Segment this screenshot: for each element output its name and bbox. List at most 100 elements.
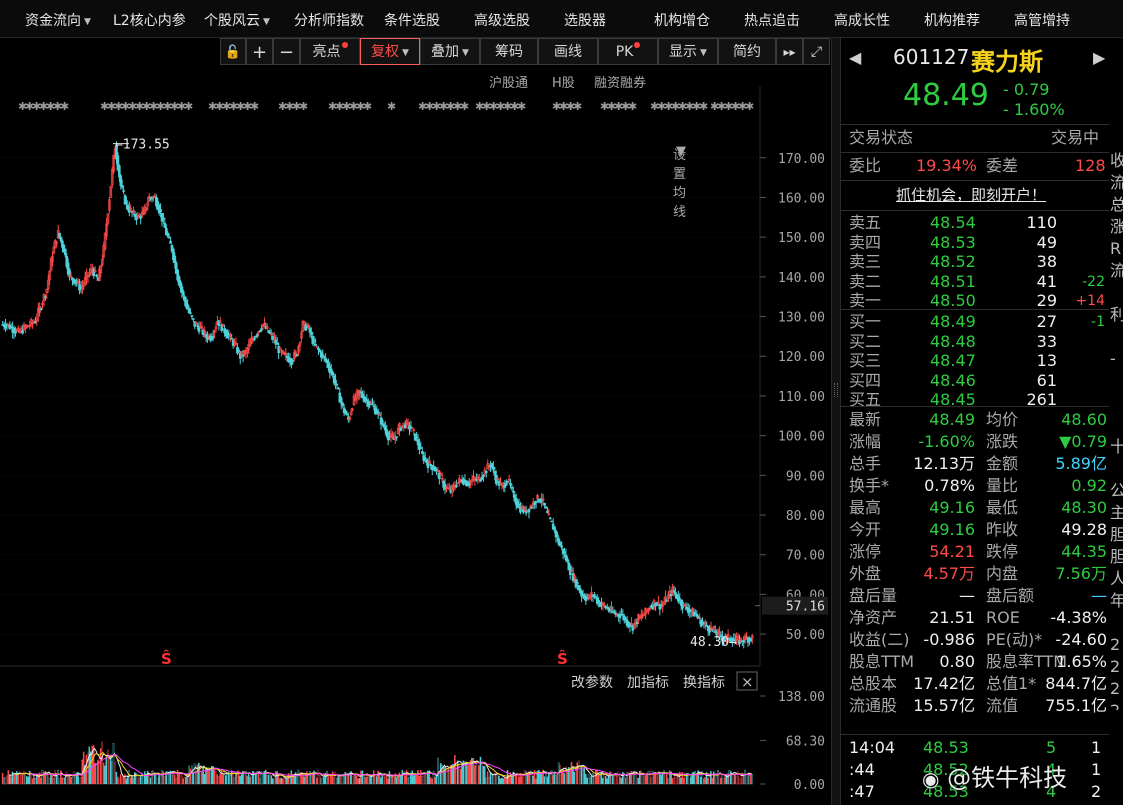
nav-item-4[interactable]: 条件选股 <box>384 0 440 38</box>
nav-item-label: 机构增仓 <box>654 13 710 29</box>
panel-button-change_params[interactable]: 改参数 <box>571 674 613 691</box>
volume-bar <box>277 774 280 785</box>
candle-body <box>534 500 538 504</box>
watermark-text: @铁牛科技 <box>947 764 1068 792</box>
volume-bar <box>398 772 401 785</box>
y-tick-label: 140.00 <box>778 271 825 286</box>
volume-bar <box>353 775 355 785</box>
volume-bar <box>115 771 118 785</box>
tick-row: 14:04 48.53 5 1 <box>841 737 1109 759</box>
xianshi-dropdown[interactable]: 显示 ▼ <box>658 38 718 65</box>
nav-item-1[interactable]: L2核心内参 <box>113 0 186 38</box>
volume-bar <box>156 777 159 785</box>
volume-bar <box>382 774 385 785</box>
volume-bar <box>710 771 712 785</box>
volume-bar <box>259 778 261 785</box>
volume-bar <box>318 775 321 785</box>
volume-bar <box>70 777 72 785</box>
candle-body <box>635 621 639 624</box>
panel-button-add_indicator[interactable]: 加指标 <box>627 675 669 691</box>
volume-bar <box>286 777 288 785</box>
bid-row[interactable]: 买五 48.45 261 <box>841 389 1109 411</box>
nav-item-5[interactable]: 高级选股 <box>474 0 530 38</box>
nav-item-0[interactable]: 资金流向 ▼ <box>25 0 91 38</box>
volume-bar <box>543 776 546 785</box>
nav-item-2[interactable]: 个股风云 ▼ <box>204 0 270 38</box>
prev-stock-arrow[interactable]: ◀ <box>849 48 861 67</box>
volume-bar <box>239 776 241 785</box>
nav-item-8[interactable]: 热点追击 <box>744 0 800 38</box>
nav-item-6[interactable]: 选股器 <box>564 0 606 38</box>
volume-bar <box>683 777 685 785</box>
nav-item-3[interactable]: 分析师指数 <box>294 0 364 38</box>
volume-bar <box>128 770 130 785</box>
stat-label: 换手* <box>849 476 890 495</box>
volume-bar <box>636 777 638 785</box>
volume-bar <box>570 762 573 785</box>
volume-bar <box>215 771 217 785</box>
nav-item-10[interactable]: 机构推荐 <box>924 0 980 38</box>
volume-bar <box>496 772 499 785</box>
volume-bar <box>555 775 557 785</box>
jianyue-button[interactable]: 简约 <box>718 38 776 65</box>
stat-label: 最高 <box>849 498 882 517</box>
stat-label: 量比 <box>986 476 1019 495</box>
kline-chart[interactable]: ✱✱✱✱✱✱✱ ✱✱✱✱✱✱✱✱✱✱✱✱✱ ✱✱✱✱✱✱✱ ✱✱✱✱ ✱✱✱✱✱✱ ✱ ✱✱… <box>0 66 830 805</box>
volume-bar <box>266 775 268 785</box>
stat-value: 12.13万 <box>913 454 975 473</box>
volume-bar <box>586 777 588 785</box>
volume-bar <box>203 774 206 785</box>
stat-label: 金额 <box>986 454 1019 473</box>
stat-value: — <box>959 586 975 605</box>
y-tick-label: 100.00 <box>778 430 825 445</box>
volume-bar <box>680 777 682 785</box>
volume-bar <box>222 774 224 785</box>
huaxian-button[interactable]: 画线 <box>538 38 598 65</box>
volume-bar <box>479 756 482 785</box>
volume-bar <box>446 767 449 785</box>
candle-body <box>480 477 484 480</box>
volume-bar <box>213 769 216 785</box>
candle-body <box>318 349 322 352</box>
pk-button[interactable]: PK <box>598 38 658 65</box>
panel-splitter[interactable] <box>831 38 841 805</box>
divider <box>841 309 1109 310</box>
volume-bar <box>340 776 342 785</box>
unlock-button[interactable]: 🔓 <box>220 38 246 65</box>
candle-body <box>39 308 43 310</box>
volume-bar <box>33 775 35 785</box>
fuquan-dropdown[interactable]: 复权 ▼ <box>360 38 420 65</box>
chouma-button[interactable]: 筹码 <box>480 38 538 65</box>
y-tick-label: 80.00 <box>786 509 825 524</box>
volume-bar <box>404 775 406 785</box>
candle-body <box>211 336 215 338</box>
open-account-link[interactable]: 抓住机会，即刻开户！ <box>896 184 1046 206</box>
volume-bar <box>694 770 697 785</box>
nav-item-7[interactable]: 机构增仓 <box>654 0 710 38</box>
volume-bar <box>181 775 183 785</box>
volume-bar <box>53 778 55 785</box>
volume-bar <box>503 776 506 785</box>
next-stock-arrow[interactable]: ▶ <box>1093 48 1105 67</box>
nav-item-11[interactable]: 高管增持 <box>1014 0 1070 38</box>
diejia-dropdown[interactable]: 叠加 ▼ <box>420 38 480 65</box>
candle-body <box>435 469 438 471</box>
volume-bar <box>270 775 273 785</box>
nav-item-9[interactable]: 高成长性 <box>834 0 890 38</box>
stat-value: — <box>1091 586 1107 605</box>
candle-body <box>493 471 497 476</box>
panel-button-swap_indicator[interactable]: 换指标 <box>683 674 725 691</box>
zoom-in-button[interactable]: + <box>246 38 273 65</box>
volume-bar <box>233 777 236 785</box>
liangdian-button[interactable]: 亮点 <box>300 38 360 65</box>
stat-value: 49.16 <box>929 498 975 517</box>
volume-bar <box>728 770 731 785</box>
vol-tick-label: 0.00 <box>794 778 825 793</box>
candle-body <box>256 334 259 336</box>
fullscreen-button[interactable]: ⤢ <box>803 38 830 65</box>
volume-bar <box>583 766 586 785</box>
fast-forward-button[interactable]: ▸▸ <box>776 38 803 65</box>
volume-bar <box>333 777 335 785</box>
huaxian-label: 画线 <box>554 44 582 60</box>
zoom-out-button[interactable]: − <box>273 38 300 65</box>
